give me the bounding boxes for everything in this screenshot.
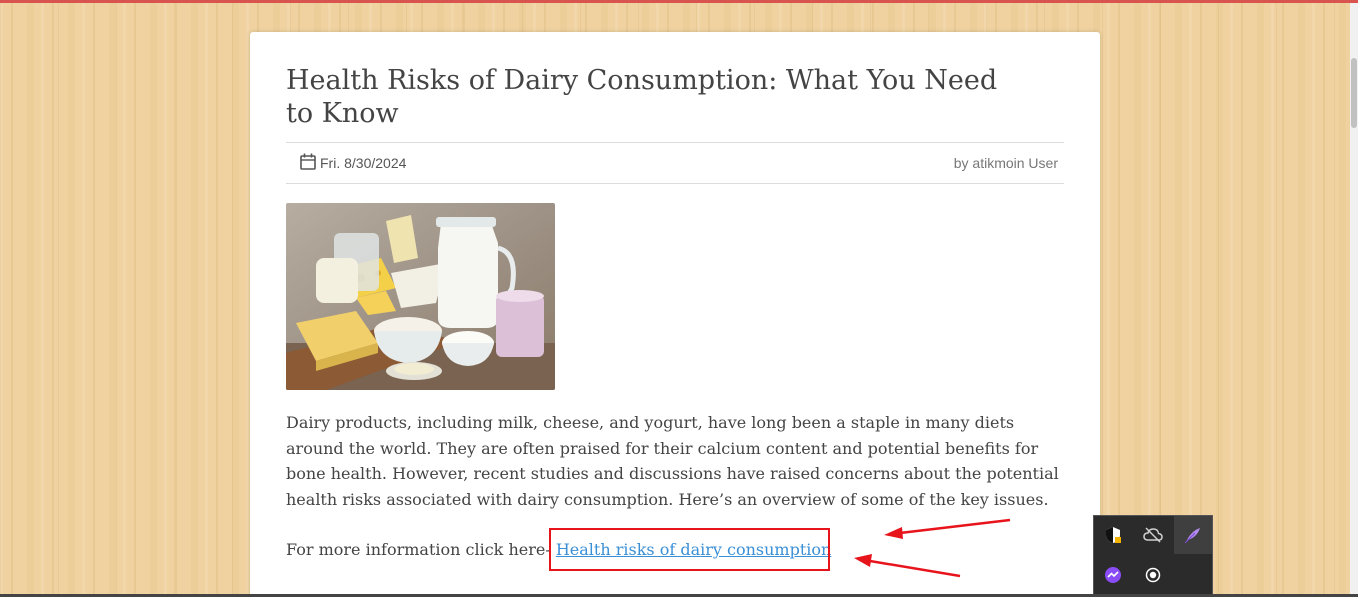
top-accent-bar xyxy=(0,0,1358,3)
security-shield-icon[interactable] xyxy=(1094,516,1132,554)
post-date: Fri. 8/30/2024 xyxy=(320,155,407,171)
page-scrollbar[interactable] xyxy=(1350,3,1358,597)
calendar-icon xyxy=(300,153,316,170)
post-meta: Fri. 8/30/2024 by atikmoin User xyxy=(286,142,1064,184)
post-author[interactable]: by atikmoin User xyxy=(954,155,1058,171)
more-info-prefix: For more information click here- xyxy=(286,540,556,559)
record-circle-icon[interactable] xyxy=(1134,556,1172,594)
annotation-highlight-box xyxy=(549,528,830,571)
scrollbar-thumb[interactable] xyxy=(1351,58,1357,128)
post-title: Health Risks of Dairy Consumption: What … xyxy=(286,65,998,129)
post-body-paragraph: Dairy products, including milk, cheese, … xyxy=(286,413,1059,509)
feather-pen-icon[interactable] xyxy=(1174,516,1212,554)
cloud-offline-icon[interactable] xyxy=(1134,516,1172,554)
system-tray-overflow xyxy=(1093,515,1213,597)
messenger-icon[interactable] xyxy=(1094,556,1132,594)
annotation-arrows xyxy=(854,518,1011,578)
featured-image-dairy-products xyxy=(286,203,555,390)
